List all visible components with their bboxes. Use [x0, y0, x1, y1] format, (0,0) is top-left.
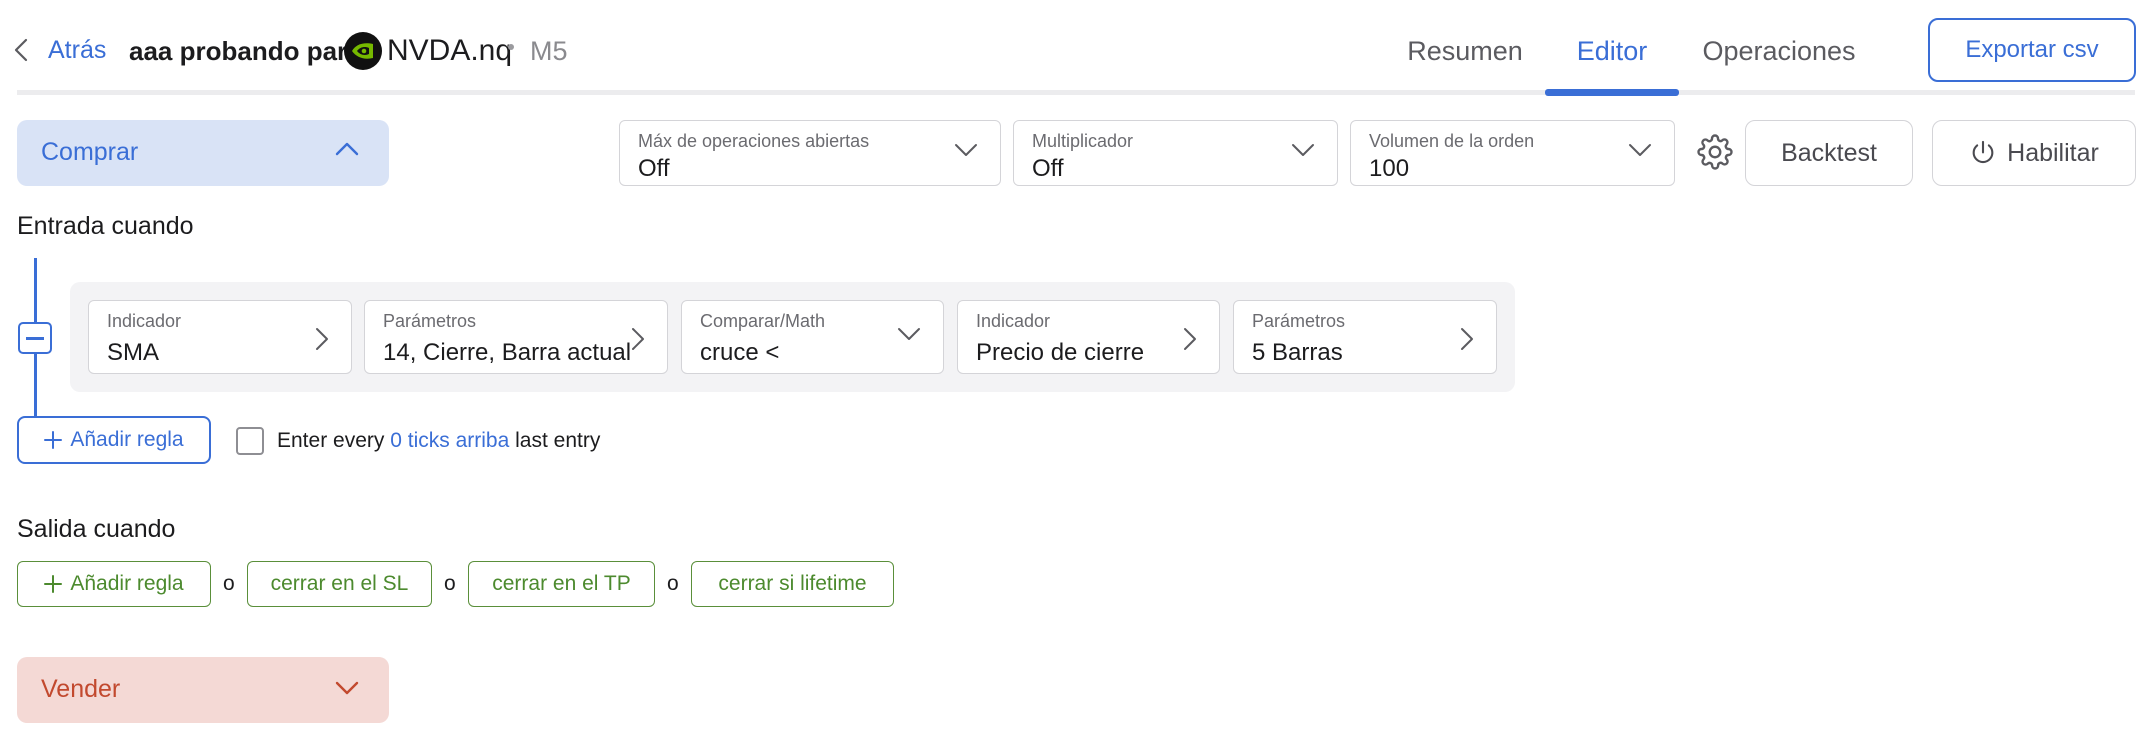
- buy-section-toggle[interactable]: Comprar: [17, 120, 389, 186]
- back-link[interactable]: Atrás: [48, 36, 106, 65]
- tab-bar-track: [17, 90, 2135, 95]
- strategy-title: aaa probando para: [129, 36, 362, 66]
- tab-editor[interactable]: Editor: [1545, 36, 1679, 67]
- close-at-sl-button[interactable]: cerrar en el SL: [247, 561, 432, 607]
- close-at-tp-button[interactable]: cerrar en el TP: [468, 561, 655, 607]
- field-value: Off: [1032, 155, 1064, 182]
- rule-indicator-1[interactable]: Indicador SMA: [88, 300, 352, 374]
- chevron-down-icon: [897, 327, 921, 341]
- rule-indicator-2[interactable]: Indicador Precio de cierre: [957, 300, 1220, 374]
- field-value: Precio de cierre: [976, 339, 1145, 366]
- chevron-down-icon: [335, 681, 359, 695]
- field-value: 14, Cierre, Barra actual: [383, 339, 632, 366]
- order-volume-select[interactable]: Volumen de la orden 100: [1350, 120, 1675, 186]
- plus-icon: [44, 431, 63, 449]
- chevron-right-icon: [1460, 327, 1474, 351]
- or-label: o: [667, 572, 679, 595]
- sell-section-toggle[interactable]: Vender: [17, 657, 389, 723]
- back-chevron-icon[interactable]: [14, 38, 28, 62]
- field-label: Indicador: [107, 311, 182, 331]
- enable-button[interactable]: Habilitar: [1932, 120, 2136, 186]
- rule-parameters-2[interactable]: Parámetros 5 Barras: [1233, 300, 1497, 374]
- chevron-down-icon: [954, 143, 978, 157]
- field-label: Comparar/Math: [700, 311, 826, 331]
- export-csv-button[interactable]: Exportar csv: [1928, 18, 2136, 82]
- field-value: cruce <: [700, 339, 780, 366]
- exit-section-title: Salida cuando: [17, 515, 176, 543]
- collapse-rule-button[interactable]: [18, 322, 52, 354]
- field-value: Off: [638, 155, 670, 182]
- rule-parameters-1[interactable]: Parámetros 14, Cierre, Barra actual: [364, 300, 668, 374]
- max-open-trades-select[interactable]: Máx de operaciones abiertas Off: [619, 120, 1001, 186]
- timeframe-label: M5: [530, 36, 568, 66]
- enable-button-label: Habilitar: [2007, 138, 2099, 167]
- ticks-link[interactable]: 0 ticks arriba: [390, 429, 509, 452]
- field-value: 100: [1369, 155, 1410, 182]
- or-label: o: [444, 572, 456, 595]
- field-value: SMA: [107, 339, 160, 366]
- nvidia-logo-icon: [344, 32, 382, 70]
- active-tab-indicator: [1545, 89, 1679, 96]
- field-label: Volumen de la orden: [1369, 131, 1535, 151]
- add-exit-rule-button[interactable]: Añadir regla: [17, 561, 211, 607]
- close-if-lifetime-button[interactable]: cerrar si lifetime: [691, 561, 894, 607]
- field-label: Indicador: [976, 311, 1051, 331]
- field-label: Máx de operaciones abiertas: [638, 131, 870, 151]
- chevron-down-icon: [1628, 143, 1652, 157]
- buy-section-label: Comprar: [41, 138, 139, 166]
- chevron-right-icon: [631, 327, 645, 351]
- add-entry-rule-button[interactable]: Añadir regla: [17, 416, 211, 464]
- field-label: Multiplicador: [1032, 131, 1134, 151]
- or-label: o: [223, 572, 235, 595]
- sell-section-label: Vender: [41, 675, 121, 703]
- multiplier-select[interactable]: Multiplicador Off: [1013, 120, 1338, 186]
- entry-section-title: Entrada cuando: [17, 212, 194, 240]
- enter-every-suffix: last entry: [515, 429, 601, 452]
- tab-resumen[interactable]: Resumen: [1385, 36, 1545, 67]
- tab-operaciones[interactable]: Operaciones: [1679, 36, 1879, 67]
- separator-dot: [508, 44, 514, 50]
- gear-icon[interactable]: [1697, 134, 1733, 170]
- enter-every-checkbox[interactable]: [236, 427, 264, 455]
- enter-every-prefix: Enter every: [277, 429, 385, 452]
- ticker-symbol: NVDA.nq: [387, 34, 513, 67]
- field-label: Parámetros: [1252, 311, 1346, 331]
- add-rule-label: Añadir regla: [70, 428, 184, 451]
- rule-compare-select[interactable]: Comparar/Math cruce <: [681, 300, 944, 374]
- field-value: 5 Barras: [1252, 339, 1343, 366]
- backtest-button[interactable]: Backtest: [1745, 120, 1913, 186]
- chevron-up-icon: [335, 142, 359, 156]
- chevron-down-icon: [1291, 143, 1315, 157]
- add-rule-label: Añadir regla: [70, 572, 184, 595]
- chevron-right-icon: [1183, 327, 1197, 351]
- minus-icon: [26, 337, 44, 340]
- power-icon: [1969, 139, 1997, 167]
- chevron-right-icon: [315, 327, 329, 351]
- plus-icon: [44, 575, 63, 593]
- enter-every-text: Enter every 0 ticks arriba last entry: [277, 429, 600, 453]
- field-label: Parámetros: [383, 311, 477, 331]
